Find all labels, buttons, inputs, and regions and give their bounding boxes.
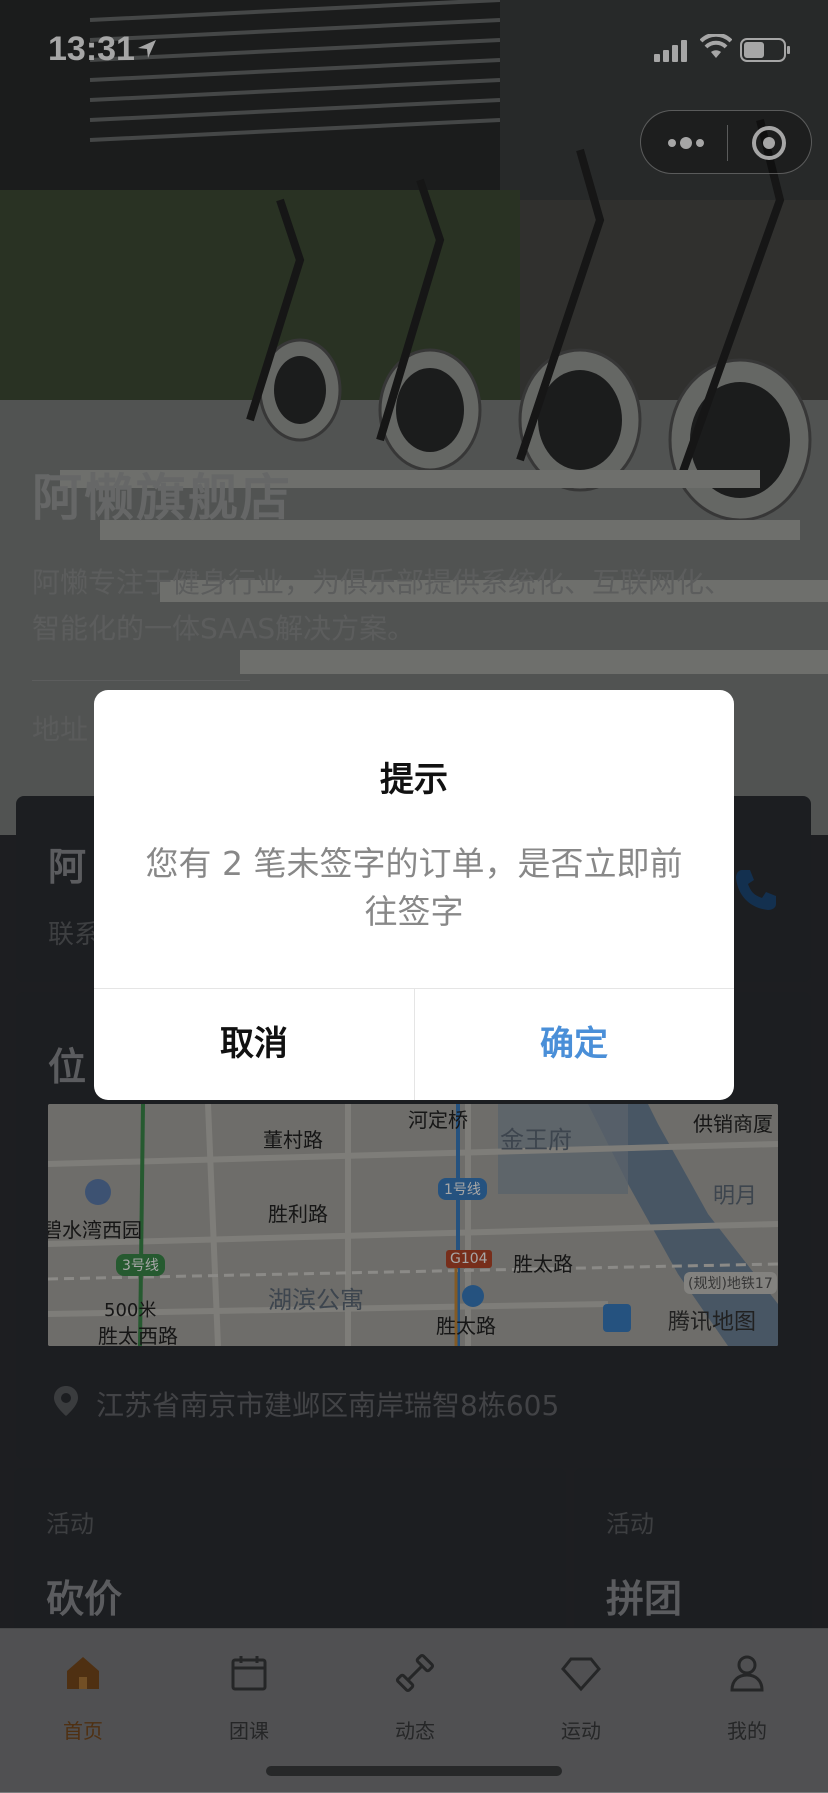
wifi-icon [700,34,732,58]
map-label: 胜太路 [513,1252,573,1276]
tab-mine[interactable]: 我的 [664,1641,828,1751]
map-label: 胜太西路 [98,1324,178,1346]
tab-label: 我的 [727,1719,767,1743]
map-label: 胜太路 [436,1314,496,1338]
store-contact: 联系 [48,920,101,950]
map-label: 供销商厦 [693,1112,773,1136]
status-bar: 13:31 [0,0,828,100]
location-title: 位 [48,1045,87,1089]
map-label: 1号线 [438,1178,487,1200]
map-label: 3号线 [116,1254,165,1276]
more-icon[interactable] [661,124,711,162]
map-label: G104 [446,1250,492,1268]
address-label: 地址 [32,713,89,746]
activity-tag: 活动 [46,1510,94,1538]
mini-program-capsule [640,110,812,174]
map-view[interactable]: 河定桥 董村路 金王府 供销商厦 明月 碧水湾西园 胜利路 1号线 3号线 G1… [48,1104,778,1346]
diamond-icon [561,1657,601,1692]
activity-card-bargain[interactable]: 活动 砍价 [14,1468,566,1638]
activity-name: 拼团 [606,1577,683,1621]
cancel-button[interactable]: 取消 [94,988,414,1100]
location-arrow-icon [138,40,156,58]
map-scale: 500米 [104,1300,157,1321]
tab-label: 运动 [561,1719,601,1743]
status-time: 13:31 [48,30,135,68]
tab-label: 首页 [63,1719,103,1743]
tab-group-class[interactable]: 团课 [166,1641,332,1751]
map-label: (规划)地铁17 [684,1272,777,1294]
phone-icon[interactable] [732,866,780,914]
activity-tag: 活动 [606,1510,654,1538]
location-pin-icon [54,1386,78,1416]
map-label: 明月 [713,1184,758,1209]
tab-label: 团课 [229,1719,269,1743]
close-target-icon[interactable] [744,124,794,162]
dialog-title: 提示 [380,760,448,800]
map-label: 河定桥 [408,1108,468,1132]
tab-feed[interactable]: 动态 [332,1641,498,1751]
tab-sport[interactable]: 运动 [498,1641,664,1751]
tab-home[interactable]: 首页 [0,1641,166,1751]
confirm-button[interactable]: 确定 [414,988,734,1100]
alert-dialog: 提示 您有 2 笔未签字的订单，是否立即前往签字 取消 确定 [94,690,734,1100]
map-label: 董村路 [263,1128,323,1152]
home-indicator [266,1766,562,1776]
dumbbell-icon [395,1653,435,1693]
activity-card-group[interactable]: 活动 拼团 [574,1468,812,1638]
battery-icon [740,38,790,62]
map-label: 金王府 [500,1126,572,1154]
tab-label: 动态 [395,1719,435,1743]
home-icon [67,1657,99,1689]
store-description: 阿懒专注于健身行业，为俱乐部提供系统化、互联网化、智能化的一体SAAS解决方案。 [32,566,733,645]
map-label: 碧水湾西园 [48,1218,142,1242]
calendar-icon [231,1656,267,1691]
capsule-divider [727,125,728,161]
map-label: 胜利路 [268,1202,328,1226]
map-label: 湖滨公寓 [268,1286,364,1314]
map-brand: 腾讯地图 [668,1310,757,1335]
cellular-signal-icon [654,40,687,62]
store-address: 江苏省南京市建邺区南岸瑞智8栋605 [96,1389,560,1422]
store-title: 阿懒旗舰店 [32,469,292,527]
store-name: 阿 [48,845,87,889]
user-icon [730,1655,764,1692]
divider [32,680,250,681]
dialog-message: 您有 2 笔未签字的订单，是否立即前往签字 [145,844,683,931]
activity-name: 砍价 [46,1577,123,1621]
